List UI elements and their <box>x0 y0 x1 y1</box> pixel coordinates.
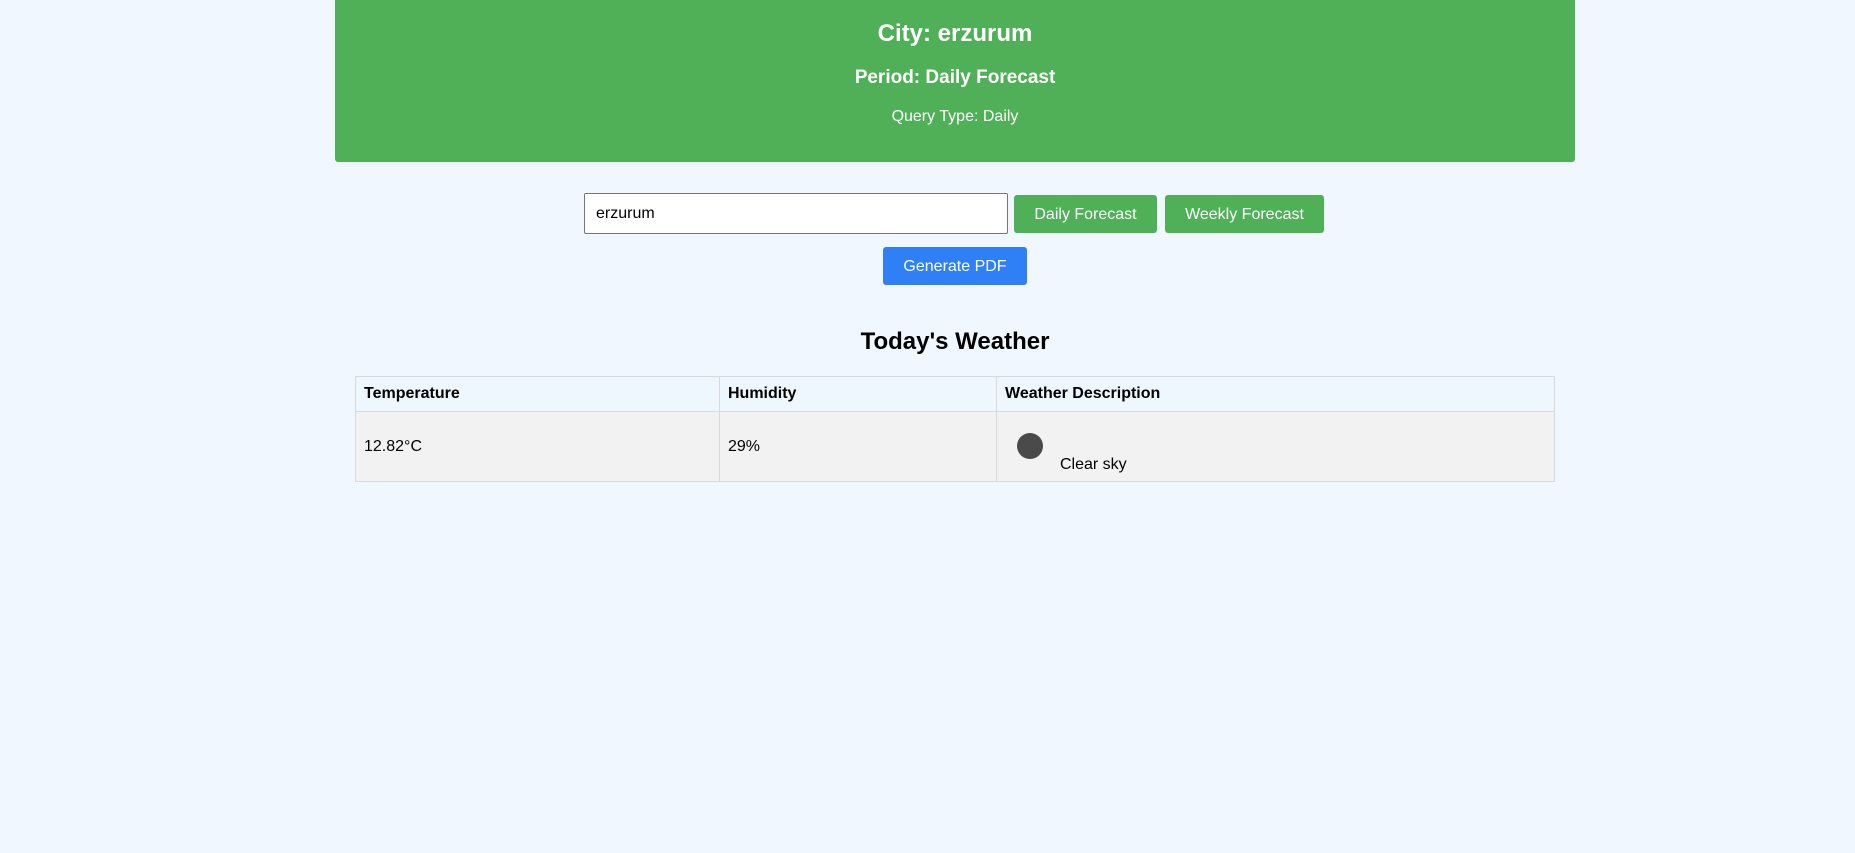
description-cell: Clear sky <box>996 411 1555 482</box>
humidity-cell: 29% <box>719 411 997 482</box>
section-title: Today's Weather <box>860 328 1050 355</box>
temperature-cell: 12.82°C <box>355 411 720 482</box>
period-title: Period: Daily Forecast <box>854 67 1056 88</box>
weekly-forecast-button[interactable]: Weekly Forecast <box>1165 195 1324 233</box>
column-header-temperature: Temperature <box>355 376 720 412</box>
weather-description: Clear sky <box>1060 456 1127 473</box>
weather-icon <box>1017 433 1043 459</box>
weather-table: Temperature Humidity Weather Description… <box>355 376 1555 482</box>
query-type-text: Query Type: Daily <box>891 108 1019 125</box>
generate-pdf-button[interactable]: Generate PDF <box>883 247 1027 285</box>
daily-forecast-button[interactable]: Daily Forecast <box>1014 195 1157 233</box>
city-input[interactable] <box>584 193 1008 234</box>
table-row: 12.82°C 29% Clear sky <box>355 411 1555 482</box>
column-header-description: Weather Description <box>996 376 1555 412</box>
header-banner: City: erzurum Period: Daily Forecast Que… <box>335 0 1575 162</box>
city-title: City: erzurum <box>877 20 1033 47</box>
table-header-row: Temperature Humidity Weather Description <box>355 376 1555 412</box>
column-header-humidity: Humidity <box>719 376 997 412</box>
